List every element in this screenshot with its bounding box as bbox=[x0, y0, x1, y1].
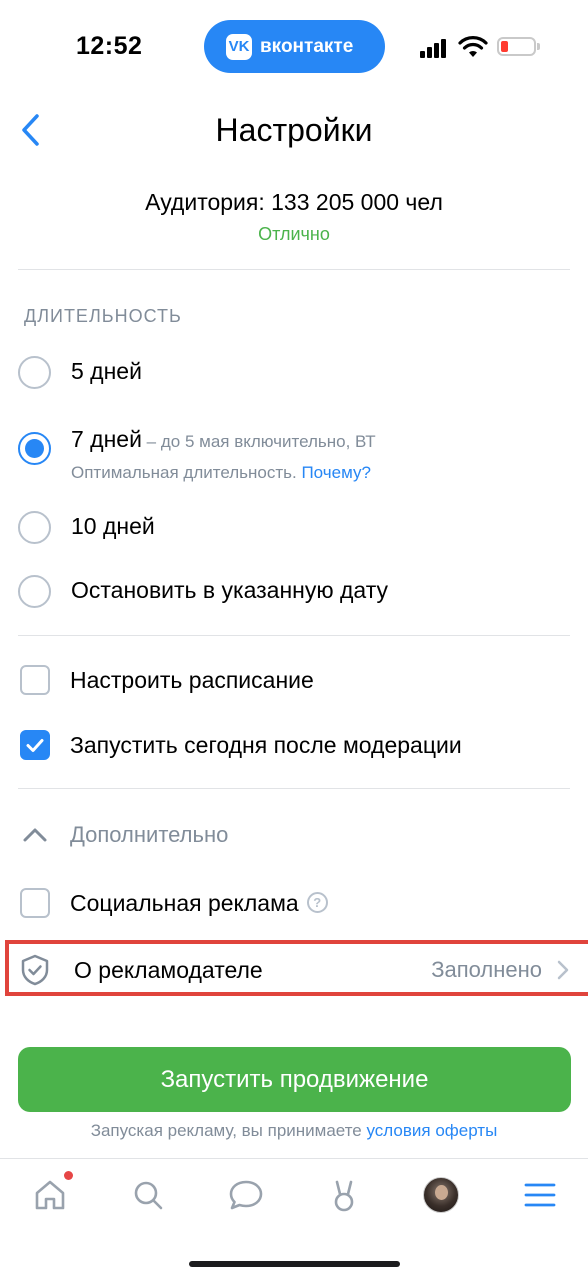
battery-icon bbox=[497, 37, 536, 56]
checkbox[interactable] bbox=[20, 665, 50, 695]
option-label: 10 дней bbox=[71, 513, 155, 539]
extra-label: Дополнительно bbox=[70, 822, 229, 847]
status-time: 12:52 bbox=[76, 32, 143, 60]
page-title: Настройки bbox=[215, 112, 373, 148]
option-label: Социальная реклама bbox=[70, 890, 299, 916]
battery-tip bbox=[537, 43, 540, 50]
why-link[interactable]: Почему? bbox=[301, 463, 370, 482]
duration-option-7-days[interactable]: 7 дней – до 5 мая включительно, ВТ Оптим… bbox=[18, 424, 578, 483]
duration-option-10-days[interactable]: 10 дней bbox=[18, 511, 578, 544]
tab-messages[interactable] bbox=[221, 1172, 271, 1218]
checkbox-checked[interactable] bbox=[20, 730, 50, 760]
tab-menu[interactable] bbox=[515, 1172, 565, 1218]
home-indicator bbox=[189, 1261, 400, 1267]
notification-badge bbox=[64, 1171, 73, 1180]
advertiser-value: Заполнено bbox=[431, 957, 542, 982]
option-label: Остановить в указанную дату bbox=[71, 577, 389, 603]
start-promotion-button[interactable]: Запустить продвижение bbox=[18, 1047, 571, 1112]
tab-clips[interactable] bbox=[319, 1172, 369, 1218]
terms-prefix: Запуская рекламу, вы принимаете bbox=[90, 1121, 362, 1140]
duration-option-5-days[interactable]: 5 дней bbox=[18, 356, 578, 389]
wifi-icon bbox=[458, 36, 488, 57]
radio-button[interactable] bbox=[18, 356, 51, 389]
schedule-option-start-today[interactable]: Запустить сегодня после модерации bbox=[18, 730, 578, 760]
section-header-duration: ДЛИТЕЛЬНОСТЬ bbox=[24, 306, 182, 326]
cellular-signal-icon bbox=[420, 38, 448, 58]
checkbox[interactable] bbox=[20, 888, 50, 918]
chevron-right-icon bbox=[557, 960, 569, 980]
radio-button[interactable] bbox=[18, 575, 51, 608]
advertiser-label: О рекламодателе bbox=[74, 956, 263, 983]
menu-icon bbox=[524, 1183, 556, 1207]
chevron-up-icon bbox=[23, 828, 47, 842]
schedule-option-custom[interactable]: Настроить расписание bbox=[18, 665, 578, 695]
messages-icon bbox=[229, 1180, 263, 1210]
question-circle-icon[interactable]: ? bbox=[306, 892, 328, 914]
radio-button[interactable] bbox=[18, 511, 51, 544]
checkmark-icon bbox=[26, 739, 44, 752]
shield-check-icon bbox=[21, 954, 49, 986]
home-icon bbox=[35, 1180, 65, 1210]
social-ad-row: Социальная реклама? bbox=[70, 888, 328, 918]
option-label: 7 дней bbox=[71, 426, 142, 452]
tabbar-divider bbox=[0, 1158, 588, 1159]
vk-app-pill[interactable]: VK вконтакте bbox=[204, 20, 385, 73]
divider bbox=[18, 269, 570, 270]
extra-toggle[interactable]: Дополнительно bbox=[20, 820, 228, 850]
tab-search[interactable] bbox=[123, 1172, 173, 1218]
advertiser-row[interactable]: О рекламодателе Заполнено bbox=[18, 950, 570, 990]
avatar bbox=[423, 1177, 459, 1213]
clips-icon bbox=[334, 1180, 354, 1212]
divider bbox=[18, 788, 570, 789]
vk-app-pill-label: вконтакте bbox=[260, 35, 354, 57]
option-label: Настроить расписание bbox=[70, 667, 314, 693]
search-icon bbox=[134, 1181, 163, 1210]
audience-size: Аудитория: 133 205 000 чел bbox=[145, 189, 443, 215]
status-bar: 12:52 VK вконтакте bbox=[0, 0, 588, 96]
audience-status: Отлично bbox=[258, 224, 330, 244]
tab-profile[interactable] bbox=[416, 1172, 466, 1218]
social-ad-option[interactable]: Социальная реклама? bbox=[18, 888, 578, 918]
terms-link[interactable]: условия оферты bbox=[366, 1121, 497, 1140]
option-label: Запустить сегодня после модерации bbox=[70, 732, 462, 758]
option-label: 5 дней bbox=[71, 358, 142, 384]
radio-button-selected[interactable] bbox=[18, 432, 51, 465]
duration-option-stop-date[interactable]: Остановить в указанную дату bbox=[18, 575, 578, 608]
option-description: Оптимальная длительность. bbox=[71, 463, 297, 482]
vk-logo-icon: VK bbox=[226, 33, 252, 60]
divider bbox=[18, 635, 570, 636]
option-suffix: – до 5 мая включительно, ВТ bbox=[141, 432, 376, 451]
terms-text: Запуская рекламу, вы принимаете условия … bbox=[0, 1121, 588, 1141]
